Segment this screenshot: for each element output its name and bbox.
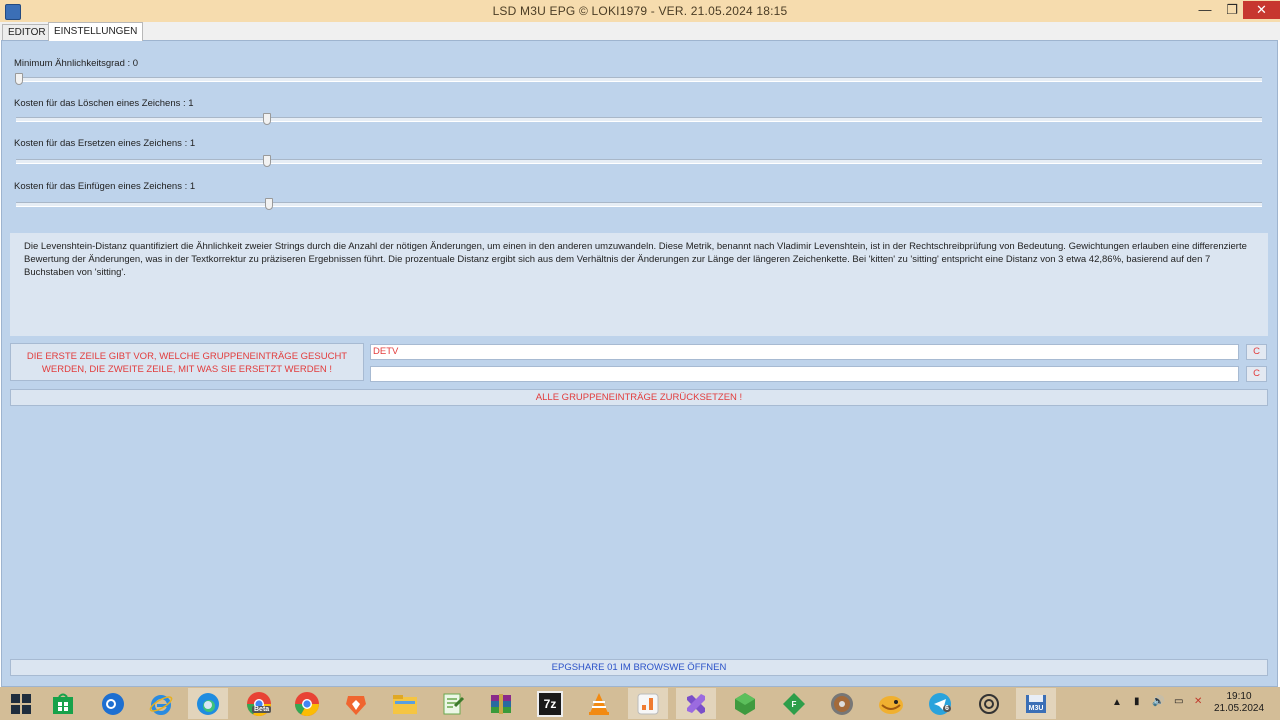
minimize-button[interactable]: — (1192, 1, 1218, 19)
volume-icon[interactable]: 🔊 (1152, 696, 1164, 707)
green-diamond-app-icon[interactable]: F (781, 691, 807, 717)
duck-app-icon[interactable] (878, 691, 904, 717)
window-title: LSD M3U EPG © LOKI1979 - VER. 21.05.2024… (492, 4, 788, 18)
taskbar: Beta 7z F 6 M3U ▲ ▮ 🔊 ▭ ✕ 19:10 21.05.20… (0, 687, 1280, 720)
show-hidden-icons-icon[interactable]: ▲ (1112, 697, 1122, 708)
tab-editor[interactable]: EDITOR (2, 24, 52, 40)
telegram-icon[interactable]: 6 (927, 691, 953, 717)
slider-track-delete-cost[interactable] (16, 117, 1262, 122)
reset-all-groups-button[interactable]: ALLE GRUPPENEINTRÄGE ZURÜCKSETZEN ! (10, 389, 1268, 406)
slider-label-delete-cost: Kosten für das Löschen eines Zeichens : … (14, 98, 194, 109)
clock-date: 21.05.2024 (1214, 703, 1265, 714)
open-epgshare-button[interactable]: EPGSHARE 01 IM BROWSWE ÖFFNEN (10, 659, 1268, 676)
dvd-app-icon[interactable] (829, 691, 855, 717)
taskbar-clock[interactable]: 19:10 21.05.2024 (1214, 691, 1264, 715)
title-bar: LSD M3U EPG © LOKI1979 - VER. 21.05.2024… (0, 0, 1280, 22)
brave-icon[interactable] (343, 691, 369, 717)
visual-studio-icon[interactable] (676, 688, 716, 719)
clock-time: 19:10 (1226, 691, 1252, 702)
group-replace-input[interactable] (370, 366, 1239, 382)
seven-zip-label: 7z (543, 697, 557, 711)
slider-label-insert-cost: Kosten für das Einfügen eines Zeichens :… (14, 181, 196, 192)
slider-thumb-min-similarity[interactable] (15, 73, 23, 85)
slider-label-min-similarity: Minimum Ähnlichkeitsgrad : 0 (14, 58, 139, 69)
tab-einstellungen[interactable]: EINSTELLUNGEN (48, 22, 144, 41)
chrome-icon[interactable] (294, 691, 320, 717)
green-diamond-label: F (791, 699, 797, 709)
clear-search-button[interactable]: C (1246, 344, 1267, 360)
notification-icon[interactable]: ✕ (1194, 696, 1202, 707)
edge-icon[interactable] (188, 688, 228, 719)
seven-zip-icon[interactable]: 7z (537, 691, 563, 717)
slider-thumb-replace-cost[interactable] (263, 155, 271, 167)
slider-track-insert-cost[interactable] (16, 202, 1262, 207)
clear-replace-button[interactable]: C (1246, 366, 1267, 382)
maximize-button[interactable]: ❐ (1219, 1, 1245, 19)
network-icon[interactable]: ▮ (1134, 696, 1140, 707)
slider-track-replace-cost[interactable] (16, 159, 1262, 164)
wifi-icon[interactable]: ▭ (1174, 696, 1183, 707)
slider-label-replace-cost: Kosten für das Ersetzen eines Zeichens :… (14, 138, 196, 149)
windows-start-icon[interactable] (8, 691, 34, 717)
m3u-app-label: M3U (1028, 705, 1044, 712)
slider-thumb-delete-cost[interactable] (263, 113, 271, 125)
chatgpt-icon[interactable] (976, 691, 1002, 717)
slider-track-min-similarity[interactable] (16, 77, 1262, 82)
chrome-beta-icon[interactable]: Beta (246, 691, 272, 717)
levenshtein-info-text: Die Levenshtein-Distanz quantifiziert di… (10, 233, 1268, 336)
internet-explorer-icon[interactable] (148, 691, 174, 717)
store-icon[interactable] (50, 691, 76, 717)
slider-thumb-insert-cost[interactable] (265, 198, 273, 210)
winrar-icon[interactable] (488, 691, 514, 717)
outlook-icon[interactable] (100, 691, 126, 717)
sublime-icon[interactable] (628, 688, 668, 719)
vlc-icon[interactable] (586, 691, 612, 717)
group-search-input[interactable]: DETV (370, 344, 1239, 360)
group-replace-hint: DIE ERSTE ZEILE GIBT VOR, WELCHE GRUPPEN… (10, 343, 364, 381)
tab-strip: EDITOR EINSTELLUNGEN (0, 22, 1280, 41)
chrome-beta-badge: Beta (252, 706, 272, 713)
m3u-app-icon[interactable]: M3U (1016, 688, 1056, 719)
notepad-plus-icon[interactable] (440, 691, 466, 717)
file-explorer-icon[interactable] (392, 691, 418, 717)
close-button[interactable]: ✕ (1243, 1, 1280, 19)
green-cube-app-icon[interactable] (732, 691, 758, 717)
telegram-badge: 6 (943, 705, 951, 712)
